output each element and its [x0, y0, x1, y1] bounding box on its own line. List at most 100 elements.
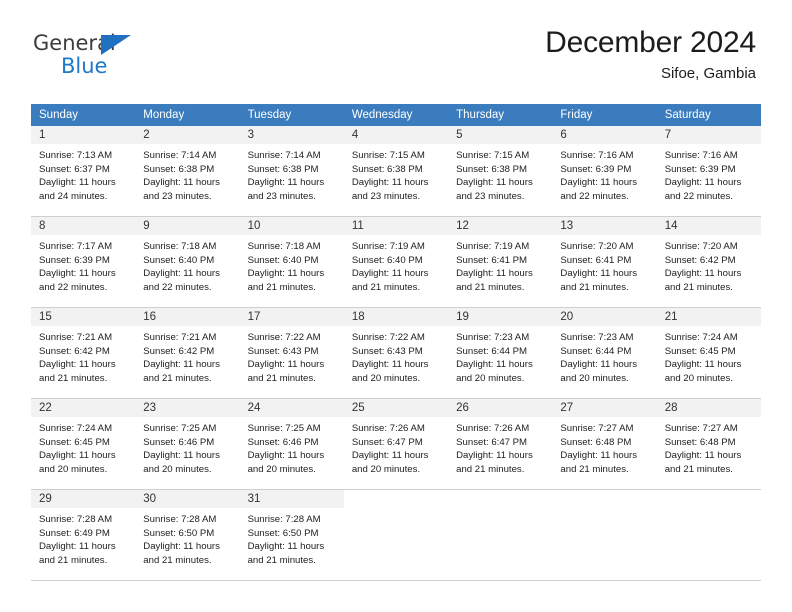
- sunset-text: Sunset: 6:42 PM: [39, 345, 110, 357]
- daylight-text-line2: and 21 minutes.: [247, 281, 316, 293]
- sunset-text: Sunset: 6:41 PM: [560, 254, 632, 266]
- day-details: Sunrise: 7:15 AM Sunset: 6:38 PM Dayligh…: [344, 144, 448, 203]
- page-subtitle-location: Sifoe, Gambia: [660, 64, 756, 82]
- day-cell[interactable]: 22 Sunrise: 7:24 AM Sunset: 6:45 PM Dayl…: [31, 398, 136, 490]
- daylight-text-line1: Daylight: 11 hours: [351, 268, 429, 280]
- weekday-header-thursday: Thursday: [448, 104, 553, 126]
- logo-blue-label: Blue: [61, 54, 108, 78]
- day-number: 24: [239, 399, 344, 417]
- day-details: Sunrise: 7:13 AM Sunset: 6:37 PM Dayligh…: [31, 144, 135, 203]
- day-cell[interactable]: 26 Sunrise: 7:26 AM Sunset: 6:47 PM Dayl…: [448, 398, 553, 490]
- sunrise-text: Sunrise: 7:23 AM: [456, 332, 530, 343]
- day-cell[interactable]: 3 Sunrise: 7:14 AM Sunset: 6:38 PM Dayli…: [239, 126, 344, 217]
- day-number: [552, 490, 657, 508]
- daylight-text-line2: and 21 minutes.: [456, 281, 525, 293]
- day-cell[interactable]: 7 Sunrise: 7:16 AM Sunset: 6:39 PM Dayli…: [656, 126, 761, 217]
- sunrise-text: Sunrise: 7:18 AM: [143, 241, 217, 252]
- day-cell[interactable]: 5 Sunrise: 7:15 AM Sunset: 6:38 PM Dayli…: [448, 126, 553, 217]
- day-cell[interactable]: 19 Sunrise: 7:23 AM Sunset: 6:44 PM Dayl…: [448, 307, 553, 399]
- day-cell[interactable]: 2 Sunrise: 7:14 AM Sunset: 6:38 PM Dayli…: [135, 126, 240, 217]
- day-details: Sunrise: 7:27 AM Sunset: 6:48 PM Dayligh…: [552, 417, 656, 476]
- sunset-text: Sunset: 6:37 PM: [39, 163, 110, 175]
- daylight-text-line2: and 22 minutes.: [560, 190, 629, 202]
- sunrise-text: Sunrise: 7:19 AM: [456, 241, 530, 252]
- day-cell[interactable]: 20 Sunrise: 7:23 AM Sunset: 6:44 PM Dayl…: [552, 307, 657, 399]
- day-cell[interactable]: 10 Sunrise: 7:18 AM Sunset: 6:40 PM Dayl…: [239, 216, 344, 308]
- day-cell[interactable]: 14 Sunrise: 7:20 AM Sunset: 6:42 PM Dayl…: [656, 216, 761, 308]
- daylight-text-line1: Daylight: 11 hours: [143, 177, 220, 189]
- day-number: 2: [135, 126, 240, 144]
- day-cell[interactable]: 21 Sunrise: 7:24 AM Sunset: 6:45 PM Dayl…: [656, 307, 761, 399]
- daylight-text-line2: and 21 minutes.: [39, 372, 108, 384]
- day-cell[interactable]: 13 Sunrise: 7:20 AM Sunset: 6:41 PM Dayl…: [552, 216, 657, 308]
- daylight-text-line2: and 20 minutes.: [560, 372, 629, 384]
- day-cell[interactable]: 31 Sunrise: 7:28 AM Sunset: 6:50 PM Dayl…: [239, 489, 344, 581]
- day-cell[interactable]: 29 Sunrise: 7:28 AM Sunset: 6:49 PM Dayl…: [31, 489, 136, 581]
- sunrise-text: Sunrise: 7:25 AM: [143, 423, 217, 434]
- daylight-text-line2: and 20 minutes.: [39, 463, 108, 475]
- day-cell[interactable]: 28 Sunrise: 7:27 AM Sunset: 6:48 PM Dayl…: [656, 398, 761, 490]
- day-cell[interactable]: 16 Sunrise: 7:21 AM Sunset: 6:42 PM Dayl…: [135, 307, 240, 399]
- day-cell[interactable]: 1 Sunrise: 7:13 AM Sunset: 6:37 PM Dayli…: [31, 126, 136, 217]
- sunset-text: Sunset: 6:46 PM: [247, 436, 319, 448]
- sunrise-text: Sunrise: 7:19 AM: [351, 241, 425, 252]
- daylight-text-line2: and 21 minutes.: [39, 554, 108, 566]
- calendar-table: Sunday Monday Tuesday Wednesday Thursday…: [31, 104, 761, 581]
- sunset-text: Sunset: 6:40 PM: [247, 254, 319, 266]
- day-cell[interactable]: 12 Sunrise: 7:19 AM Sunset: 6:41 PM Dayl…: [448, 216, 553, 308]
- day-number: 7: [656, 126, 761, 144]
- sunrise-text: Sunrise: 7:28 AM: [247, 514, 321, 525]
- daylight-text-line2: and 23 minutes.: [351, 190, 421, 202]
- daylight-text-line2: and 21 minutes.: [456, 463, 525, 475]
- logo-text-general: General: [33, 33, 223, 55]
- day-number: 26: [448, 399, 553, 417]
- day-cell[interactable]: 24 Sunrise: 7:25 AM Sunset: 6:46 PM Dayl…: [239, 398, 344, 490]
- daylight-text-line1: Daylight: 11 hours: [664, 177, 742, 189]
- day-cell[interactable]: 8 Sunrise: 7:17 AM Sunset: 6:39 PM Dayli…: [31, 216, 136, 308]
- day-cell[interactable]: 11 Sunrise: 7:19 AM Sunset: 6:40 PM Dayl…: [343, 216, 449, 308]
- daylight-text-line1: Daylight: 11 hours: [560, 268, 638, 280]
- calendar-page: General Blue December 2024 Sifoe, Gambia…: [0, 0, 792, 612]
- daylight-text-line2: and 21 minutes.: [143, 554, 212, 566]
- day-cell[interactable]: 15 Sunrise: 7:21 AM Sunset: 6:42 PM Dayl…: [31, 307, 136, 399]
- daylight-text-line1: Daylight: 11 hours: [39, 359, 116, 371]
- sunset-text: Sunset: 6:44 PM: [456, 345, 528, 357]
- day-number: 13: [552, 217, 657, 235]
- day-cell[interactable]: 4 Sunrise: 7:15 AM Sunset: 6:38 PM Dayli…: [343, 126, 449, 217]
- sunset-text: Sunset: 6:46 PM: [143, 436, 215, 448]
- sunset-text: Sunset: 6:48 PM: [560, 436, 632, 448]
- calendar-week-row: 1 Sunrise: 7:13 AM Sunset: 6:37 PM Dayli…: [31, 126, 761, 217]
- daylight-text-line1: Daylight: 11 hours: [664, 268, 742, 280]
- daylight-text-line2: and 20 minutes.: [143, 463, 212, 475]
- day-cell[interactable]: 30 Sunrise: 7:28 AM Sunset: 6:50 PM Dayl…: [135, 489, 240, 581]
- sunset-text: Sunset: 6:47 PM: [351, 436, 423, 448]
- day-cell[interactable]: 6 Sunrise: 7:16 AM Sunset: 6:39 PM Dayli…: [552, 126, 657, 217]
- daylight-text-line1: Daylight: 11 hours: [39, 268, 116, 280]
- day-details: Sunrise: 7:25 AM Sunset: 6:46 PM Dayligh…: [240, 417, 344, 476]
- daylight-text-line2: and 20 minutes.: [351, 463, 421, 475]
- weekday-header-monday: Monday: [135, 104, 240, 126]
- sunset-text: Sunset: 6:42 PM: [664, 254, 736, 266]
- day-cell[interactable]: 27 Sunrise: 7:27 AM Sunset: 6:48 PM Dayl…: [552, 398, 657, 490]
- daylight-text-line2: and 22 minutes.: [143, 281, 212, 293]
- day-number: 5: [448, 126, 553, 144]
- day-cell[interactable]: 23 Sunrise: 7:25 AM Sunset: 6:46 PM Dayl…: [135, 398, 240, 490]
- sunset-text: Sunset: 6:43 PM: [247, 345, 319, 357]
- daylight-text-line1: Daylight: 11 hours: [247, 450, 325, 462]
- day-cell[interactable]: 18 Sunrise: 7:22 AM Sunset: 6:43 PM Dayl…: [343, 307, 449, 399]
- day-number: 11: [343, 217, 449, 235]
- day-number: 29: [31, 490, 136, 508]
- sunrise-text: Sunrise: 7:23 AM: [560, 332, 634, 343]
- sunrise-text: Sunrise: 7:13 AM: [39, 150, 113, 161]
- day-cell[interactable]: 17 Sunrise: 7:22 AM Sunset: 6:43 PM Dayl…: [239, 307, 344, 399]
- general-blue-logo[interactable]: General Blue: [33, 33, 223, 83]
- sunrise-text: Sunrise: 7:18 AM: [247, 241, 321, 252]
- day-cell-empty: [656, 489, 761, 581]
- day-cell[interactable]: 9 Sunrise: 7:18 AM Sunset: 6:40 PM Dayli…: [135, 216, 240, 308]
- day-number: 1: [31, 126, 136, 144]
- day-cell[interactable]: 25 Sunrise: 7:26 AM Sunset: 6:47 PM Dayl…: [343, 398, 449, 490]
- daylight-text-line2: and 20 minutes.: [247, 463, 316, 475]
- page-header: General Blue December 2024 Sifoe, Gambia: [0, 0, 792, 81]
- daylight-text-line2: and 21 minutes.: [560, 463, 629, 475]
- day-details: Sunrise: 7:23 AM Sunset: 6:44 PM Dayligh…: [448, 326, 552, 385]
